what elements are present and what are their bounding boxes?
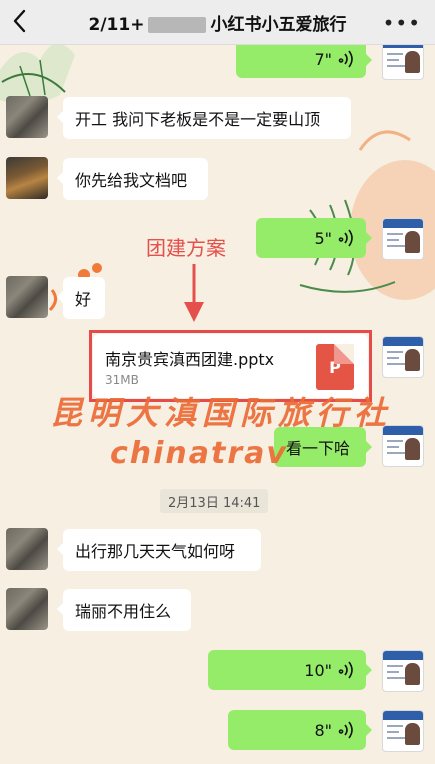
voice-duration: 8"	[314, 720, 332, 740]
voice-wave-icon	[338, 229, 353, 247]
voice-message[interactable]: 7"	[236, 40, 372, 78]
text-message[interactable]: 你先给我文档吧	[57, 158, 208, 200]
contact-avatar[interactable]	[6, 157, 48, 199]
watermark-line-2: chinatrav	[110, 436, 288, 471]
text-message[interactable]: 好	[57, 277, 105, 319]
my-avatar[interactable]	[382, 336, 424, 378]
message-timestamp: 2月13日 14:41	[160, 489, 269, 513]
text-message[interactable]: 出行那几天天气如何呀	[57, 529, 261, 571]
chat-header: 2/11+ 小红书小五爱旅行 •••	[0, 0, 435, 45]
file-size: 31MB	[105, 373, 139, 387]
my-avatar[interactable]	[382, 425, 424, 467]
message-text: 出行那几天天气如何呀	[75, 542, 236, 561]
contact-avatar[interactable]	[6, 588, 48, 630]
contact-avatar[interactable]	[6, 96, 48, 138]
message-text: 看一下哈	[286, 439, 351, 458]
text-message[interactable]: 瑞丽不用住么	[57, 589, 191, 631]
contact-avatar[interactable]	[6, 528, 48, 570]
file-type-letter: P	[329, 358, 341, 377]
text-message[interactable]: 开工 我问下老板是不是一定要山顶	[57, 97, 351, 139]
back-icon[interactable]	[10, 8, 30, 34]
my-avatar[interactable]	[382, 218, 424, 260]
message-text: 瑞丽不用住么	[75, 602, 172, 621]
voice-wave-icon	[338, 50, 353, 68]
voice-duration: 7"	[314, 49, 332, 69]
more-options-icon[interactable]: •••	[383, 11, 421, 35]
file-name: 南京贵宾滇西团建.pptx	[105, 350, 275, 369]
contact-avatar[interactable]	[6, 276, 48, 318]
my-avatar[interactable]	[382, 650, 424, 692]
message-text: 你先给我文档吧	[75, 171, 188, 190]
voice-duration: 10"	[304, 660, 332, 680]
message-text: 好	[75, 290, 92, 309]
chat-title-suffix: 小红书小五爱旅行	[210, 14, 347, 35]
message-text: 开工 我问下老板是不是一定要山顶	[75, 110, 321, 129]
my-avatar[interactable]	[382, 710, 424, 752]
pptx-file-icon: P	[316, 344, 354, 390]
annotation-arrow-icon	[184, 264, 204, 322]
chat-title-prefix: 2/11+	[88, 14, 145, 35]
blurred-name	[148, 16, 207, 33]
voice-message[interactable]: 8"	[228, 710, 372, 750]
voice-message[interactable]: 10"	[208, 650, 372, 690]
voice-wave-icon	[338, 661, 353, 679]
voice-duration: 5"	[314, 228, 332, 248]
chat-title: 2/11+ 小红书小五爱旅行	[89, 10, 347, 35]
voice-wave-icon	[338, 721, 353, 739]
annotation-label: 团建方案	[146, 236, 226, 260]
voice-message[interactable]: 5"	[256, 218, 372, 258]
